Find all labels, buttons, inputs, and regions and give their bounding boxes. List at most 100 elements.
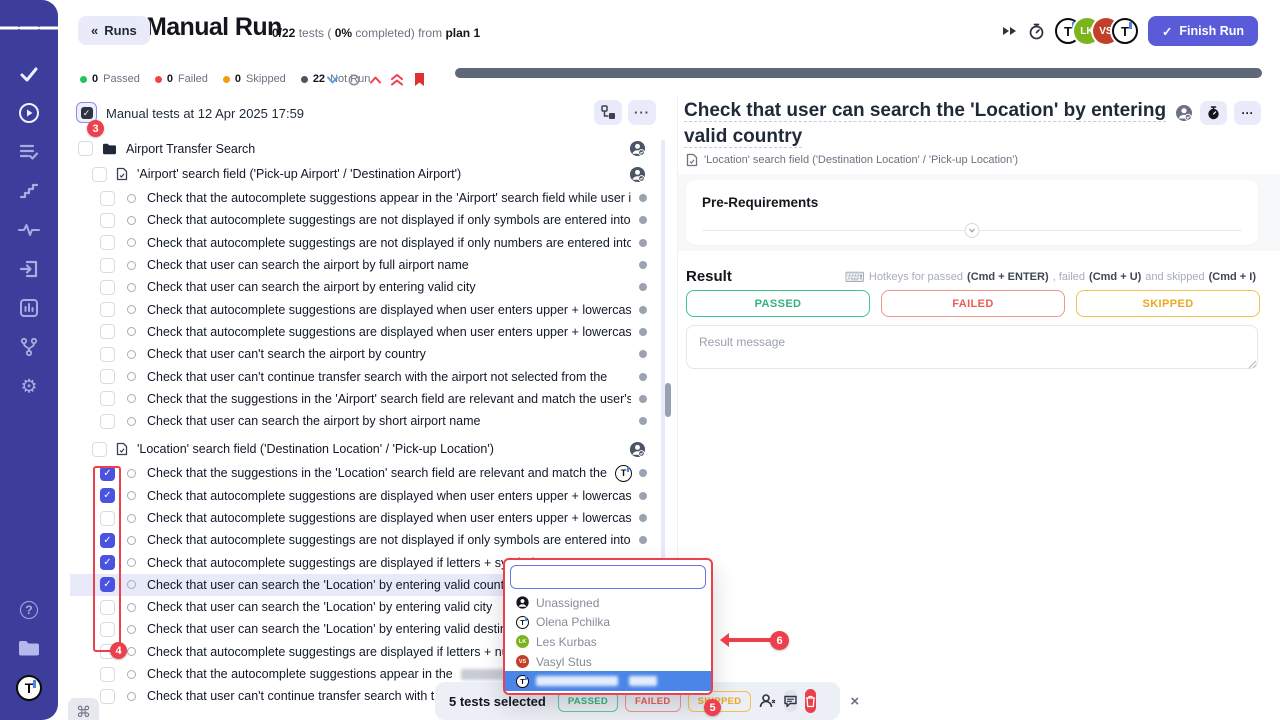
test-checkbox[interactable] <box>100 667 115 682</box>
collapse-chevron-icon[interactable] <box>327 76 338 84</box>
assignee-option[interactable]: T <box>505 671 711 691</box>
suite-row[interactable]: 'Location' search field ('Destination Lo… <box>70 436 658 462</box>
test-checkbox[interactable] <box>100 280 115 295</box>
test-row[interactable]: Check that autocomplete suggestings are … <box>70 232 658 254</box>
priority-up-icon[interactable] <box>370 76 381 84</box>
test-checkbox[interactable] <box>100 369 115 384</box>
test-row[interactable]: Check that user can search the airport b… <box>70 276 658 298</box>
branch-icon[interactable] <box>19 337 39 357</box>
timer-button[interactable] <box>1200 101 1227 125</box>
test-row[interactable]: ✓Check that autocomplete suggestings are… <box>70 529 658 551</box>
bookmark-icon[interactable] <box>413 72 426 87</box>
prerequirements-expand-toggle[interactable] <box>965 223 980 238</box>
legend-item: 0 Failed <box>155 73 208 85</box>
result-failed-button[interactable]: FAILED <box>881 290 1065 317</box>
legend-dot-icon <box>80 76 87 83</box>
participant-avatar[interactable]: T <box>1112 18 1138 44</box>
test-checkbox[interactable] <box>100 213 115 228</box>
result-message-input[interactable] <box>686 325 1258 369</box>
assign-person-icon[interactable] <box>629 166 646 183</box>
test-checkbox[interactable] <box>100 391 115 406</box>
assign-person-icon[interactable] <box>629 140 646 157</box>
test-row[interactable]: Check that autocomplete suggestings are … <box>70 209 658 231</box>
resize-grip-icon[interactable] <box>1248 360 1257 369</box>
suite-checkbox[interactable] <box>92 167 107 182</box>
page-title: Manual Run <box>146 13 282 42</box>
test-row[interactable]: Check that user can search the airport b… <box>70 410 658 432</box>
test-plans-icon[interactable] <box>19 143 39 161</box>
test-row[interactable]: Check that the suggestions in the 'Airpo… <box>70 388 658 410</box>
circle-status-icon[interactable] <box>348 74 360 86</box>
test-checkbox[interactable] <box>100 302 115 317</box>
assign-person-icon[interactable] <box>629 441 646 458</box>
assignee-avatar: LK <box>516 635 529 648</box>
test-checkbox[interactable] <box>100 258 115 273</box>
test-status-icon <box>127 238 136 247</box>
test-checkbox[interactable] <box>100 235 115 250</box>
finish-run-button[interactable]: ✓Finish Run <box>1148 16 1258 46</box>
assignee-icon[interactable] <box>1175 104 1193 122</box>
assignee-option[interactable]: Unassigned <box>505 593 711 613</box>
tree-more-button[interactable]: ··· <box>628 100 656 125</box>
test-row[interactable]: ✓Check that autocomplete suggestions are… <box>70 485 658 507</box>
back-to-runs-button[interactable]: «Runs <box>78 16 150 45</box>
assignee-search-input[interactable] <box>510 565 706 589</box>
reports-chart-icon[interactable] <box>19 298 39 318</box>
folder-row[interactable]: Airport Transfer Search <box>70 136 658 161</box>
milestones-steps-icon[interactable] <box>19 182 39 200</box>
keyboard-shortcuts-button[interactable]: ⌘ <box>68 698 99 720</box>
test-checkbox[interactable] <box>100 324 115 339</box>
workspace-avatar[interactable]: T <box>16 675 42 701</box>
suite-row[interactable]: 'Airport' search field ('Pick-up Airport… <box>70 161 658 187</box>
test-checkbox[interactable] <box>100 689 115 704</box>
test-row[interactable]: Check that user can't search the airport… <box>70 343 658 365</box>
close-selection-bar-button[interactable]: × <box>850 693 859 710</box>
test-row[interactable]: Check that autocomplete suggestions are … <box>70 321 658 343</box>
test-title: Check that autocomplete suggestions are … <box>147 511 631 525</box>
import-icon[interactable] <box>19 260 39 278</box>
suite-checkbox[interactable] <box>92 442 107 457</box>
list-scrollbar-thumb[interactable] <box>665 383 671 417</box>
result-skipped-button[interactable]: SKIPPED <box>1076 290 1260 317</box>
test-checkbox[interactable] <box>100 414 115 429</box>
hotkey-text: and skipped <box>1145 271 1204 283</box>
test-checkbox[interactable] <box>100 347 115 362</box>
bulk-comment-button[interactable] <box>784 690 797 712</box>
result-passed-button[interactable]: PASSED <box>686 290 870 317</box>
test-row[interactable]: Check that autocomplete suggestions are … <box>70 298 658 320</box>
detail-more-button[interactable]: ··· <box>1234 101 1261 125</box>
run-progress-meta: 0/22 tests ( 0% completed) from plan 1 <box>272 26 480 40</box>
test-row[interactable]: Check that user can't continue transfer … <box>70 365 658 387</box>
settings-gear-icon[interactable]: ⚙ <box>20 378 37 397</box>
participants-avatar-group[interactable]: TLKVST <box>1055 18 1138 44</box>
test-row[interactable]: Check that autocomplete suggestions are … <box>70 507 658 529</box>
test-detail-title[interactable]: Check that user can search the 'Location… <box>684 98 1184 150</box>
test-title: Check that autocomplete suggestions are … <box>147 303 631 317</box>
tests-check-icon[interactable] <box>19 64 39 84</box>
test-row[interactable]: Check that user can search the airport b… <box>70 254 658 276</box>
folder-checkbox[interactable] <box>78 141 93 156</box>
runs-play-icon[interactable] <box>18 102 40 124</box>
fast-forward-icon[interactable] <box>1002 25 1018 37</box>
test-breadcrumb[interactable]: 'Location' search field ('Destination Lo… <box>686 153 1018 167</box>
bulk-delete-button[interactable] <box>805 689 816 713</box>
hotkey-text: , failed <box>1053 271 1085 283</box>
test-row[interactable]: ✓Check that the suggestions in the 'Loca… <box>70 462 658 484</box>
assignee-option[interactable]: VSVasyl Stus <box>505 652 711 672</box>
test-status-icon <box>127 558 136 567</box>
test-row[interactable]: Check that the autocomplete suggestions … <box>70 187 658 209</box>
bulk-assign-button[interactable] <box>759 693 776 709</box>
assignee-option[interactable]: TOlena Pchilka <box>505 613 711 633</box>
activity-pulse-icon[interactable] <box>18 222 40 238</box>
menu-icon[interactable] <box>0 24 59 33</box>
priority-highest-icon[interactable] <box>391 74 403 86</box>
prerequirements-title: Pre-Requirements <box>686 180 1258 210</box>
projects-folder-icon[interactable] <box>17 639 41 658</box>
test-title: Check that the autocomplete suggestions … <box>147 667 453 681</box>
tree-view-button[interactable] <box>594 100 622 125</box>
test-checkbox[interactable] <box>100 191 115 206</box>
help-icon[interactable]: ? <box>20 601 38 619</box>
assignee-option[interactable]: LKLes Kurbas <box>505 632 711 652</box>
timer-icon[interactable] <box>1028 23 1045 40</box>
assignee-name: Olena Pchilka <box>536 615 610 629</box>
